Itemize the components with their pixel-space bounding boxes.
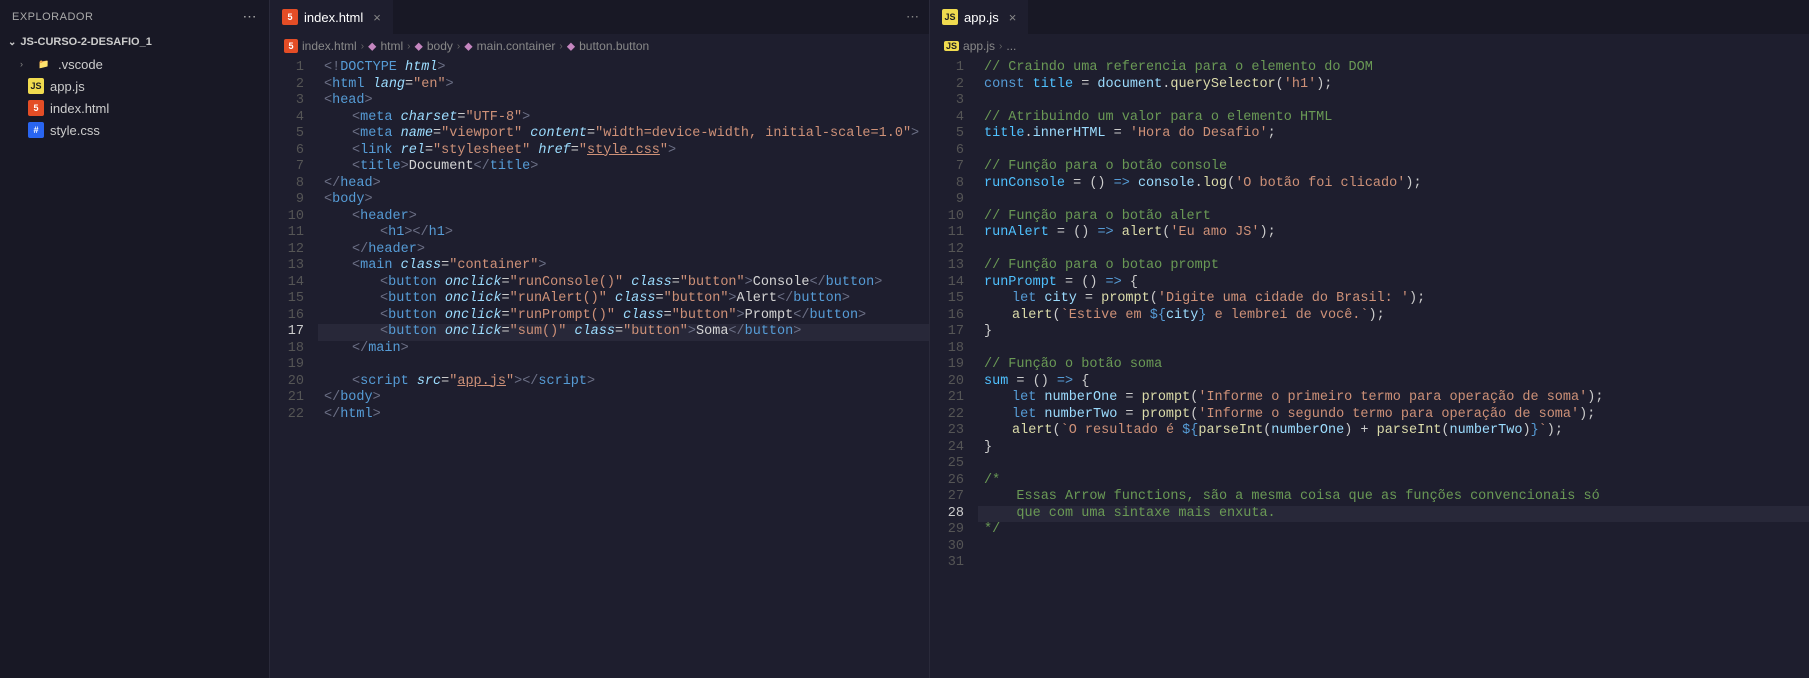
breadcrumb-left: 5 index.html › ⬥ html › ⬥ body › ⬥ main.… <box>270 34 929 58</box>
tab-index-html[interactable]: 5 index.html × <box>270 0 393 34</box>
html-icon: 5 <box>284 39 298 53</box>
tabbar-left: 5 index.html × ⋯ <box>270 0 929 34</box>
project-name: JS-CURSO-2-DESAFIO_1 <box>20 36 151 48</box>
tag-icon: ⬥ <box>464 39 472 54</box>
chevron-right-icon: › <box>457 41 460 52</box>
tree-item-stylecss[interactable]: # style.css <box>0 119 269 141</box>
chevron-right-icon: › <box>999 41 1002 52</box>
gutter-left: 12345678910111213141516171819202122 <box>270 58 318 678</box>
tree-item-appjs[interactable]: JS app.js <box>0 75 269 97</box>
chevron-right-icon: › <box>407 41 410 52</box>
js-icon: JS <box>944 41 959 51</box>
folder-icon: 📁 <box>36 56 52 72</box>
bc-main[interactable]: ⬥ main.container <box>464 39 555 54</box>
html-icon: 5 <box>282 9 298 25</box>
tree-label: style.css <box>50 123 100 138</box>
html-icon: 5 <box>28 100 44 116</box>
explorer-sidebar: EXPLORADOR ⋯ ⌄ JS-CURSO-2-DESAFIO_1 › 📁 … <box>0 0 270 678</box>
tab-label: app.js <box>964 10 999 25</box>
project-root[interactable]: ⌄ JS-CURSO-2-DESAFIO_1 <box>0 33 269 51</box>
tag-icon: ⬥ <box>567 39 575 54</box>
chevron-down-icon: ⌄ <box>8 37 16 48</box>
code-area-right[interactable]: 1234567891011121314151617181920212223242… <box>930 58 1809 678</box>
bc-file[interactable]: 5 index.html <box>284 39 357 53</box>
chevron-right-icon: › <box>20 59 30 69</box>
css-icon: # <box>28 122 44 138</box>
bc-body[interactable]: ⬥ body <box>414 39 452 54</box>
explorer-title: EXPLORADOR <box>12 11 93 23</box>
code-left[interactable]: <!DOCTYPE html><html lang="en"><head><me… <box>318 58 929 678</box>
tree-item-vscode[interactable]: › 📁 .vscode <box>0 53 269 75</box>
explorer-header: EXPLORADOR ⋯ <box>0 0 269 33</box>
tab-label: index.html <box>304 10 363 25</box>
gutter-right: 1234567891011121314151617181920212223242… <box>930 58 978 678</box>
tabbar-more-icon[interactable]: ⋯ <box>896 9 929 25</box>
bc-more[interactable]: ... <box>1006 39 1016 53</box>
file-tree: › 📁 .vscode JS app.js 5 index.html # sty… <box>0 51 269 143</box>
chevron-right-icon: › <box>559 41 562 52</box>
tree-label: index.html <box>50 101 109 116</box>
code-right[interactable]: // Craindo uma referencia para o element… <box>978 58 1809 678</box>
bc-file[interactable]: JS app.js <box>944 39 995 53</box>
explorer-more-icon[interactable]: ⋯ <box>243 8 258 25</box>
js-icon: JS <box>942 9 958 25</box>
close-icon[interactable]: × <box>1009 10 1017 25</box>
editor-pane-right: JS app.js × JS app.js › ... 123456789101… <box>930 0 1809 678</box>
breadcrumb-right: JS app.js › ... <box>930 34 1809 58</box>
tag-icon: ⬥ <box>368 39 376 54</box>
tag-icon: ⬥ <box>414 39 422 54</box>
bc-html[interactable]: ⬥ html <box>368 39 403 54</box>
editor-pane-left: 5 index.html × ⋯ 5 index.html › ⬥ html ›… <box>270 0 930 678</box>
close-icon[interactable]: × <box>373 10 381 25</box>
js-icon: JS <box>28 78 44 94</box>
tree-label: .vscode <box>58 57 103 72</box>
tree-label: app.js <box>50 79 85 94</box>
tree-item-indexhtml[interactable]: 5 index.html <box>0 97 269 119</box>
chevron-right-icon: › <box>361 41 364 52</box>
tabbar-right: JS app.js × <box>930 0 1809 34</box>
code-area-left[interactable]: 12345678910111213141516171819202122 <!DO… <box>270 58 929 678</box>
bc-button[interactable]: ⬥ button.button <box>567 39 649 54</box>
tab-app-js[interactable]: JS app.js × <box>930 0 1028 34</box>
editors-container: 5 index.html × ⋯ 5 index.html › ⬥ html ›… <box>270 0 1809 678</box>
